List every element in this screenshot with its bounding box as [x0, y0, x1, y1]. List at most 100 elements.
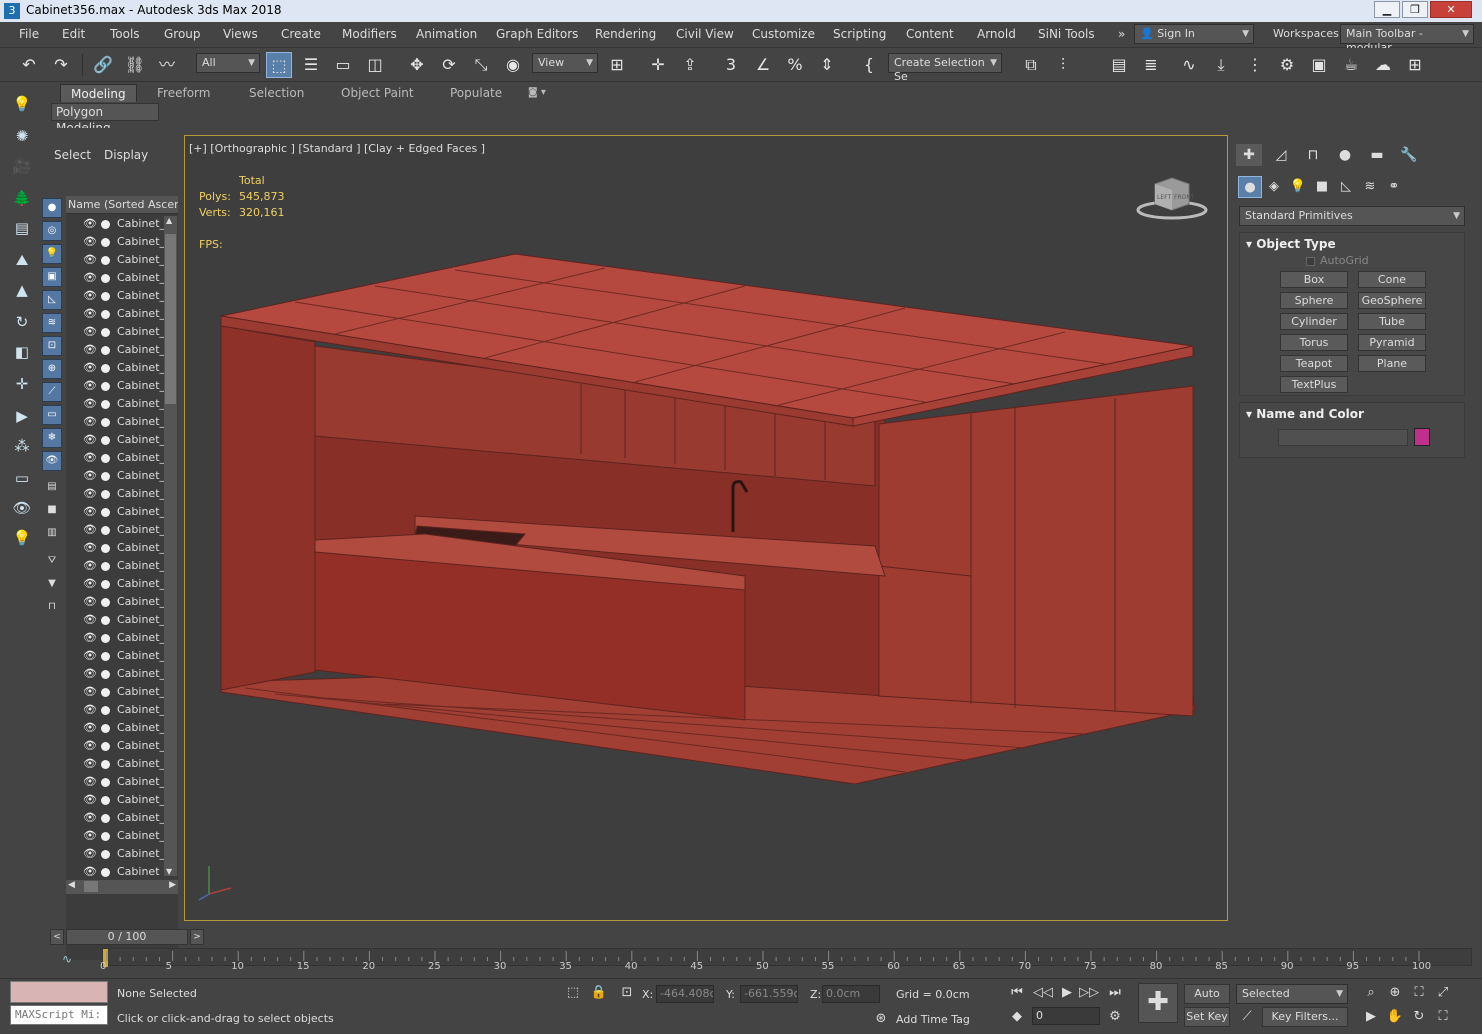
select-manipulate-icon[interactable]: ✛ [645, 52, 671, 78]
freeze-toggle-icon[interactable] [101, 472, 110, 481]
layer-icon[interactable]: ⊓ [42, 598, 62, 618]
viewport-perspective[interactable]: [+] [Orthographic ] [Standard ] [Clay + … [184, 135, 1228, 921]
motion-tab-icon[interactable]: ● [1332, 144, 1358, 166]
list-item[interactable]: 👁 Cabinet_ [66, 251, 166, 269]
polygon-modeling-panel[interactable]: Polygon Modeling [51, 103, 159, 135]
display-lights-icon[interactable]: 💡 [42, 244, 62, 264]
menu-sini-tools[interactable]: SiNi Tools [1038, 27, 1095, 41]
cone-button[interactable]: Cone [1358, 271, 1426, 288]
freeze-toggle-icon[interactable] [101, 778, 110, 787]
tab-object-paint[interactable]: Object Paint [341, 84, 414, 102]
isolate-selection-icon[interactable]: ⬚ [562, 983, 584, 1003]
menu-graph-editors[interactable]: Graph Editors [496, 27, 578, 41]
camera-icon[interactable]: 🎥 [10, 154, 34, 178]
object-color-swatch[interactable] [1414, 428, 1430, 446]
primitive-type-dropdown[interactable]: Standard Primitives ▼ [1239, 206, 1465, 226]
angle-snap-icon[interactable]: ∠ [750, 52, 776, 78]
selection-filter-dropdown[interactable]: All ▼ [196, 53, 260, 73]
idea-icon[interactable]: 💡 [10, 526, 34, 550]
list-item[interactable]: 👁 Cabinet_ [66, 359, 166, 377]
cylinder-button[interactable]: Cylinder [1280, 313, 1348, 330]
select-by-name-icon[interactable]: ☰ [298, 52, 324, 78]
autogrid-checkbox[interactable] [1306, 257, 1315, 266]
visibility-eye-icon[interactable]: 👁 [83, 665, 97, 683]
key-mode-toggle-icon[interactable]: ◆ [1006, 1007, 1028, 1027]
freeze-toggle-icon[interactable] [101, 292, 110, 301]
freeze-toggle-icon[interactable] [101, 742, 110, 751]
list-item[interactable]: 👁 Cabinet_ [66, 341, 166, 359]
zoom-extents-all-icon[interactable]: ⤢ [1432, 983, 1454, 1003]
spinner-snap-icon[interactable]: ⇕ [814, 52, 840, 78]
sun-icon[interactable]: ✺ [10, 124, 34, 148]
next-frame-icon[interactable]: > [190, 929, 204, 945]
list-item[interactable]: 👁 Cabinet_ [66, 575, 166, 593]
rectangular-selection-icon[interactable]: ▭ [330, 52, 356, 78]
field-of-view-icon[interactable]: ▶ [1360, 1007, 1382, 1027]
workspaces-dropdown[interactable]: Main Toolbar - modular ▼ [1340, 24, 1474, 54]
list-item[interactable]: 👁 Cabinet_ [66, 683, 166, 701]
freeze-toggle-icon[interactable] [101, 238, 110, 247]
time-tag-icon[interactable]: ⊛ [870, 1009, 892, 1029]
render-in-cloud-icon[interactable]: ☁ [1370, 52, 1396, 78]
play-animation-icon[interactable]: ▶ [1056, 983, 1078, 1003]
visibility-eye-icon[interactable]: 👁 [83, 593, 97, 611]
list-item[interactable]: 👁 Cabinet_ [66, 557, 166, 575]
freeze-toggle-icon[interactable] [101, 580, 110, 589]
mirror-icon[interactable]: ⧉ [1018, 52, 1044, 78]
list-item[interactable]: 👁 Cabinet_ [66, 827, 166, 845]
select-object-icon[interactable]: ⬚ [266, 52, 292, 78]
freeze-toggle-icon[interactable] [101, 688, 110, 697]
list-item[interactable]: 👁 Cabinet_ [66, 791, 166, 809]
current-frame-input[interactable]: 0 [1032, 1007, 1100, 1025]
list-item[interactable]: 👁 Cabinet_ [66, 719, 166, 737]
next-key-icon[interactable]: ▷▷ [1078, 983, 1100, 1003]
visibility-eye-icon[interactable]: 👁 [83, 629, 97, 647]
list-item[interactable]: 👁 Cabinet_ [66, 629, 166, 647]
go-to-end-icon[interactable]: ⏭ [1104, 983, 1126, 1003]
freeze-toggle-icon[interactable] [101, 832, 110, 841]
a360-gallery-icon[interactable]: ⊞ [1402, 52, 1428, 78]
zoom-icon[interactable]: ⌕ [1360, 983, 1382, 1003]
column-header-name[interactable]: Name (Sorted Ascending) [66, 196, 178, 214]
visibility-eye-icon[interactable]: 👁 [83, 827, 97, 845]
time-slider-thumb[interactable]: 0 / 100 [66, 929, 188, 945]
tree-icon[interactable]: 🌲 [10, 186, 34, 210]
teapot-button[interactable]: Teapot [1280, 355, 1348, 372]
maximize-viewport-icon[interactable]: ⛶ [1432, 1007, 1454, 1027]
textplus-button[interactable]: TextPlus [1280, 376, 1348, 393]
list-item[interactable]: 👁 Cabinet_ [66, 845, 166, 863]
auto-key-button[interactable]: Auto Key [1184, 984, 1230, 1018]
visibility-eye-icon[interactable]: 👁 [83, 233, 97, 251]
list-item[interactable]: 👁 Cabinet_ [66, 701, 166, 719]
list-item[interactable]: 👁 Cabinet_ [66, 773, 166, 791]
display-bones-icon[interactable]: ⟋ [42, 382, 62, 402]
material-editor-icon[interactable]: ⋮ [1242, 52, 1268, 78]
maxscript-listener-output[interactable] [10, 981, 108, 1003]
go-to-start-icon[interactable]: ⏮ [1006, 983, 1028, 1003]
mini-curve-editor-icon[interactable]: ∿ [62, 952, 72, 966]
track-bar[interactable]: ∿ 0 5 10 15 20 25 30 35 40 45 50 55 60 65 70 75 80 85 90 95… [48, 948, 1482, 976]
list-item[interactable]: 👁 Cabinet_ [66, 755, 166, 773]
schematic-view-icon[interactable]: ⤓ [1208, 52, 1234, 78]
space-warps-category-icon[interactable]: ≋ [1358, 176, 1382, 198]
x-coordinate-input[interactable]: -464.408cn [656, 985, 714, 1003]
utilities-tab-icon[interactable]: 🔧 [1396, 144, 1422, 166]
menu-customize[interactable]: Customize [752, 27, 815, 41]
curve-editor-icon[interactable]: ∿ [1176, 52, 1202, 78]
key-mode-dropdown[interactable]: Selected ▼ [1236, 984, 1348, 1004]
y-coordinate-input[interactable]: -661.559cn [740, 985, 798, 1003]
cone-icon[interactable]: ▲ [10, 278, 34, 302]
freeze-toggle-icon[interactable] [101, 526, 110, 535]
freeze-toggle-icon[interactable] [101, 454, 110, 463]
visibility-eye-icon[interactable]: 👁 [83, 647, 97, 665]
visibility-eye-icon[interactable]: 👁 [83, 557, 97, 575]
display-none-icon[interactable]: ■ [42, 501, 62, 521]
visibility-eye-icon[interactable]: 👁 [83, 215, 97, 233]
list-item[interactable]: 👁 Cabinet_ [66, 467, 166, 485]
select-and-link-icon[interactable]: 🔗 [90, 52, 116, 78]
rotate-icon[interactable]: ⟳ [436, 52, 462, 78]
display-helpers-icon[interactable]: ◺ [42, 290, 62, 310]
scroll-up-icon[interactable]: ▲ [166, 216, 172, 225]
tube-button[interactable]: Tube [1358, 313, 1426, 330]
display-invert-icon[interactable]: ▥ [42, 524, 62, 544]
